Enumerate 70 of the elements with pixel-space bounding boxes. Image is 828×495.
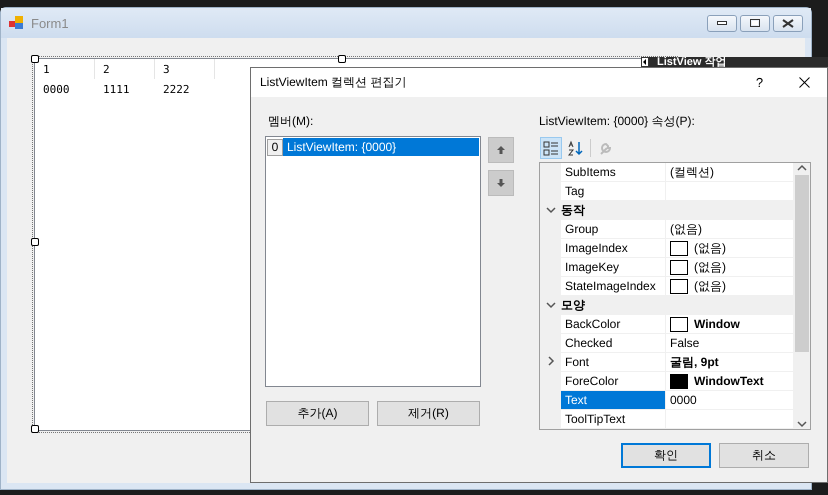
property-value[interactable]: (없음): [694, 240, 726, 256]
scroll-down-icon[interactable]: [796, 419, 806, 429]
minimize-icon: [717, 21, 727, 25]
property-name[interactable]: ImageKey: [561, 258, 666, 276]
list-cell-text: 1111: [102, 82, 130, 96]
property-name[interactable]: Font: [561, 353, 666, 371]
property-name[interactable]: BackColor: [561, 315, 666, 333]
property-value[interactable]: (없음): [670, 220, 702, 238]
properties-label: ListViewItem: {0000} 속성(P):: [539, 113, 695, 130]
property-name[interactable]: Group: [561, 220, 666, 238]
list-cell-text: 0000: [42, 82, 70, 96]
move-down-button[interactable]: [488, 170, 514, 196]
categorized-icon: [543, 140, 559, 156]
maximize-button[interactable]: [740, 14, 770, 32]
property-name[interactable]: StateImageIndex: [561, 277, 666, 295]
close-icon: [799, 77, 810, 88]
property-value[interactable]: 굴림, 9pt: [670, 354, 793, 370]
move-up-button[interactable]: [488, 137, 514, 163]
form-icon: [9, 16, 25, 30]
category-header[interactable]: 모양: [561, 296, 793, 314]
property-grid[interactable]: SubItems (컬렉션) Tag 동작 Group (없음) ImageIndex (없음) ImageKey (없음) StateImageIndex (없음) 모양 BackColor Window Checked False Font 굴림, 9pt ForeColor WindowText Text 0000 ToolTipText: [539, 162, 811, 430]
list-cell-text: 2222: [162, 82, 190, 96]
smart-tag-title: ListView 작업: [657, 57, 726, 68]
property-name[interactable]: SubItems: [561, 163, 666, 181]
close-icon: [782, 18, 794, 28]
close-button[interactable]: [773, 14, 803, 32]
add-button[interactable]: 추가(A): [266, 401, 369, 426]
sort-az-icon: [567, 140, 583, 156]
maximize-icon: [750, 19, 760, 27]
collapse-chevron-icon[interactable]: [546, 205, 556, 215]
smart-tag-arrow-icon[interactable]: [641, 57, 649, 67]
property-value[interactable]: (없음): [694, 258, 726, 276]
remove-button[interactable]: 제거(R): [377, 401, 480, 426]
property-name[interactable]: ForeColor: [561, 372, 666, 390]
property-value[interactable]: Window: [694, 317, 793, 331]
minimize-button[interactable]: [707, 14, 737, 32]
scrollbar[interactable]: [793, 163, 810, 429]
ok-button[interactable]: 확인: [621, 443, 711, 468]
members-label: 멤버(M):: [268, 113, 314, 130]
help-button[interactable]: ?: [737, 75, 782, 90]
scroll-up-icon[interactable]: [796, 163, 806, 173]
wrench-icon: [598, 140, 614, 156]
resize-handle[interactable]: [31, 238, 39, 246]
category-header[interactable]: 동작: [561, 201, 793, 219]
member-item[interactable]: ListViewItem: {0000}: [283, 138, 479, 156]
categorized-view-button[interactable]: [540, 137, 562, 159]
property-value[interactable]: (컬렉션): [670, 164, 714, 180]
resize-handle[interactable]: [31, 55, 39, 63]
cancel-button[interactable]: 취소: [719, 443, 809, 468]
resize-handle[interactable]: [338, 55, 346, 63]
members-list[interactable]: 0 ListViewItem: {0000}: [265, 136, 481, 387]
property-name[interactable]: Text: [561, 391, 666, 409]
property-name[interactable]: ToolTipText: [561, 410, 666, 428]
window-title: Form1: [31, 16, 70, 30]
property-value[interactable]: (없음): [694, 278, 726, 294]
column-header[interactable]: 3: [155, 59, 215, 79]
property-name[interactable]: Tag: [561, 182, 666, 200]
up-arrow-icon: [496, 145, 506, 155]
resize-handle[interactable]: [31, 425, 39, 433]
item-index: 0: [267, 138, 283, 156]
property-value[interactable]: 0000: [670, 393, 697, 407]
down-arrow-icon: [496, 178, 506, 188]
column-header[interactable]: 2: [95, 59, 155, 79]
dialog-title: ListViewItem 컬렉션 편집기: [260, 74, 408, 91]
collapse-chevron-icon[interactable]: [546, 300, 556, 310]
property-name[interactable]: ImageIndex: [561, 239, 666, 257]
property-value[interactable]: WindowText: [694, 374, 793, 388]
expand-chevron-icon[interactable]: [546, 356, 556, 366]
property-name[interactable]: Checked: [561, 334, 666, 352]
property-value[interactable]: False: [670, 336, 700, 350]
